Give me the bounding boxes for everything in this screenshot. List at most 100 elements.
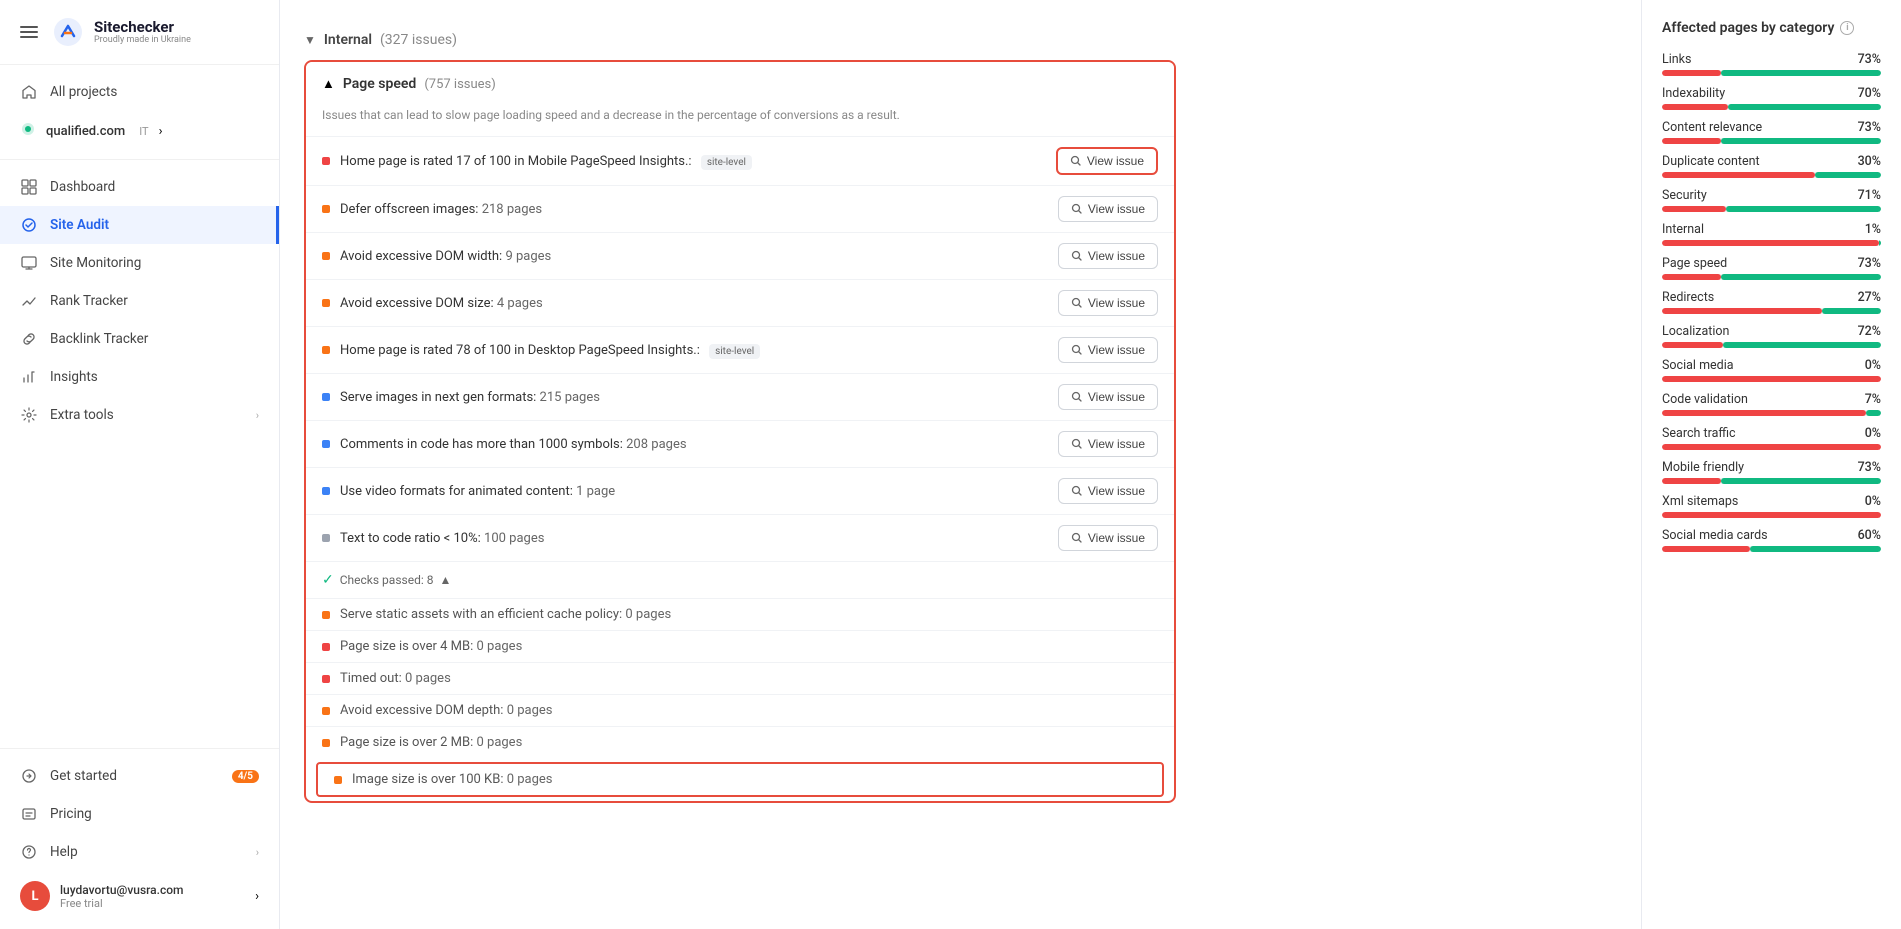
user-avatar: L: [20, 881, 50, 911]
bar-red: [1662, 376, 1881, 382]
category-name-row: Security 71%: [1662, 188, 1881, 203]
rank-icon: [20, 292, 38, 310]
bar-red: [1662, 274, 1721, 280]
bar-red: [1662, 342, 1723, 348]
category-item: Code validation 7%: [1662, 392, 1881, 416]
issue-row-4: Avoid excessive DOM size: 4 pages View i…: [306, 279, 1174, 326]
help-icon: [20, 843, 38, 861]
sidebar-item-qualified[interactable]: qualified.com IT ›: [0, 111, 279, 151]
bar-red: [1662, 104, 1728, 110]
passed-row-3: Timed out: 0 pages: [306, 662, 1174, 694]
view-issue-button-3[interactable]: View issue: [1058, 243, 1158, 269]
category-pct: 72%: [1858, 324, 1881, 339]
sidebar-item-extra-tools[interactable]: Extra tools ›: [0, 396, 279, 434]
sidebar-item-get-started[interactable]: Get started 4/5: [0, 757, 279, 795]
category-name-row: Duplicate content 30%: [1662, 154, 1881, 169]
get-started-badge: 4/5: [232, 770, 259, 783]
search-icon: [1071, 250, 1083, 262]
category-bar: [1662, 444, 1881, 450]
category-name: Internal: [1662, 222, 1704, 237]
passed-dot-3: [322, 675, 330, 683]
issue-dot-3: [322, 252, 330, 260]
sidebar-item-site-audit[interactable]: Site Audit: [0, 206, 279, 244]
qualified-domain: qualified.com: [46, 124, 125, 139]
category-pct: 0%: [1865, 358, 1881, 373]
view-issue-button-4[interactable]: View issue: [1058, 290, 1158, 316]
bar-green: [1723, 342, 1881, 348]
category-bar: [1662, 206, 1881, 212]
internal-section-header[interactable]: ▼ Internal (327 issues): [304, 20, 1176, 60]
category-bar: [1662, 308, 1881, 314]
hamburger-menu[interactable]: [20, 26, 38, 38]
issue-dot-5: [322, 346, 330, 354]
category-pct: 0%: [1865, 426, 1881, 441]
bar-green: [1750, 546, 1881, 552]
view-issue-button-2[interactable]: View issue: [1058, 196, 1158, 222]
category-name: Page speed: [1662, 256, 1727, 271]
view-issue-button-9[interactable]: View issue: [1058, 525, 1158, 551]
category-bar: [1662, 512, 1881, 518]
category-item: Search traffic 0%: [1662, 426, 1881, 450]
insights-icon: [20, 368, 38, 386]
bar-green: [1721, 274, 1881, 280]
category-pct: 73%: [1858, 120, 1881, 135]
passed-row-1: Serve static assets with an efficient ca…: [306, 598, 1174, 630]
passed-dot-1: [322, 611, 330, 619]
category-name-row: Xml sitemaps 0%: [1662, 494, 1881, 509]
passed-row-2: Page size is over 4 MB: 0 pages: [306, 630, 1174, 662]
bar-green: [1726, 206, 1881, 212]
checks-passed[interactable]: ✓ Checks passed: 8 ▲: [306, 561, 1174, 598]
passed-text-3: Timed out: 0 pages: [340, 671, 1158, 686]
view-issue-button-1[interactable]: View issue: [1056, 147, 1158, 175]
issue-text-5: Home page is rated 78 of 100 in Desktop …: [340, 343, 1048, 358]
sidebar-item-help[interactable]: Help ›: [0, 833, 279, 871]
category-name-row: Social media 0%: [1662, 358, 1881, 373]
category-name: Security: [1662, 188, 1707, 203]
sidebar-item-all-projects[interactable]: All projects: [0, 73, 279, 111]
search-icon: [1071, 391, 1083, 403]
view-issue-button-7[interactable]: View issue: [1058, 431, 1158, 457]
sidebar-item-rank-tracker[interactable]: Rank Tracker: [0, 282, 279, 320]
page-speed-header[interactable]: ▲ Page speed (757 issues): [306, 62, 1174, 106]
passed-text-2: Page size is over 4 MB: 0 pages: [340, 639, 1158, 654]
category-name: Content relevance: [1662, 120, 1762, 135]
get-started-label: Get started: [50, 768, 117, 784]
sidebar-item-insights[interactable]: Insights: [0, 358, 279, 396]
category-item: Internal 1%: [1662, 222, 1881, 246]
sidebar: Sitechecker Proudly made in Ukraine All …: [0, 0, 280, 929]
user-email: luydavortu@vusra.com: [60, 883, 245, 897]
sidebar-nav: All projects qualified.com IT › Dashboar…: [0, 65, 279, 442]
sidebar-item-label: Site Audit: [50, 217, 109, 233]
category-bar: [1662, 138, 1881, 144]
category-name: Indexability: [1662, 86, 1725, 101]
passed-dot-5: [322, 739, 330, 747]
view-issue-button-8[interactable]: View issue: [1058, 478, 1158, 504]
issue-row-7: Comments in code has more than 1000 symb…: [306, 420, 1174, 467]
category-bar: [1662, 376, 1881, 382]
link-icon: [20, 330, 38, 348]
category-bar: [1662, 478, 1881, 484]
category-name: Duplicate content: [1662, 154, 1760, 169]
sidebar-item-pricing[interactable]: Pricing: [0, 795, 279, 833]
issue-dot-8: [322, 487, 330, 495]
issue-text-8: Use video formats for animated content: …: [340, 484, 1048, 499]
sidebar-item-backlink-tracker[interactable]: Backlink Tracker: [0, 320, 279, 358]
category-name-row: Content relevance 73%: [1662, 120, 1881, 135]
user-profile[interactable]: L luydavortu@vusra.com Free trial ›: [0, 871, 279, 921]
sidebar-item-label: Site Monitoring: [50, 255, 141, 271]
issue-dot-orange: [322, 205, 330, 213]
category-pct: 0%: [1865, 494, 1881, 509]
check-icon: ✓: [322, 572, 334, 588]
page-speed-block: ▲ Page speed (757 issues) Issues that ca…: [304, 60, 1176, 803]
tools-icon: [20, 406, 38, 424]
view-issue-button-6[interactable]: View issue: [1058, 384, 1158, 410]
sidebar-item-site-monitoring[interactable]: Site Monitoring: [0, 244, 279, 282]
extra-tools-chevron: ›: [256, 409, 259, 422]
issue-row-9: Text to code ratio < 10%: 100 pages View…: [306, 514, 1174, 561]
category-item: Links 73%: [1662, 52, 1881, 76]
category-bar: [1662, 342, 1881, 348]
sidebar-item-dashboard[interactable]: Dashboard: [0, 168, 279, 206]
search-icon: [1071, 485, 1083, 497]
category-item: Mobile friendly 73%: [1662, 460, 1881, 484]
view-issue-button-5[interactable]: View issue: [1058, 337, 1158, 363]
